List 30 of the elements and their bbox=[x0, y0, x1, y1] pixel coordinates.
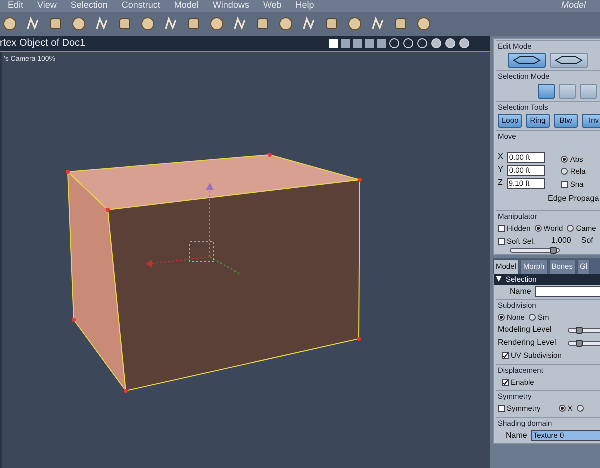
shading-icon[interactable] bbox=[431, 38, 442, 49]
slider[interactable] bbox=[568, 340, 600, 346]
slider[interactable] bbox=[568, 328, 600, 333]
manipulator-gizmo-icon[interactable] bbox=[146, 183, 240, 274]
name-field[interactable] bbox=[535, 286, 600, 298]
field-label: X bbox=[498, 151, 504, 163]
radio-button[interactable] bbox=[576, 403, 584, 414]
collapse-triangle-icon[interactable] bbox=[496, 276, 502, 282]
viewport-title: rtex Object of Doc1 bbox=[0, 37, 86, 51]
slider[interactable] bbox=[510, 248, 560, 254]
room-title: Model bbox=[561, 0, 586, 12]
slider-thumb[interactable] bbox=[576, 326, 584, 334]
field-label: Name bbox=[506, 430, 528, 442]
slider-thumb[interactable] bbox=[576, 340, 584, 347]
soft-selection-value: 1.000 bbox=[551, 235, 572, 248]
shading-icon[interactable] bbox=[459, 38, 470, 49]
field-label: Z bbox=[498, 177, 503, 189]
slider-label: Rendering Level bbox=[498, 337, 556, 350]
shading-icon[interactable] bbox=[445, 38, 456, 49]
slider-label: Modeling Level bbox=[498, 324, 552, 336]
selection-mode-button[interactable] bbox=[538, 84, 555, 98]
square-icon[interactable] bbox=[117, 16, 133, 32]
sphere-icon[interactable] bbox=[2, 16, 18, 32]
field-label: Name bbox=[510, 286, 532, 298]
field-label: Y bbox=[498, 164, 504, 176]
slider-thumb[interactable] bbox=[550, 247, 558, 254]
edit-mode-button[interactable] bbox=[508, 53, 546, 68]
option-label: Sof bbox=[581, 235, 594, 248]
group-footer-text: Edge Propaga bbox=[548, 194, 600, 203]
edit-mode-button[interactable] bbox=[550, 53, 588, 68]
